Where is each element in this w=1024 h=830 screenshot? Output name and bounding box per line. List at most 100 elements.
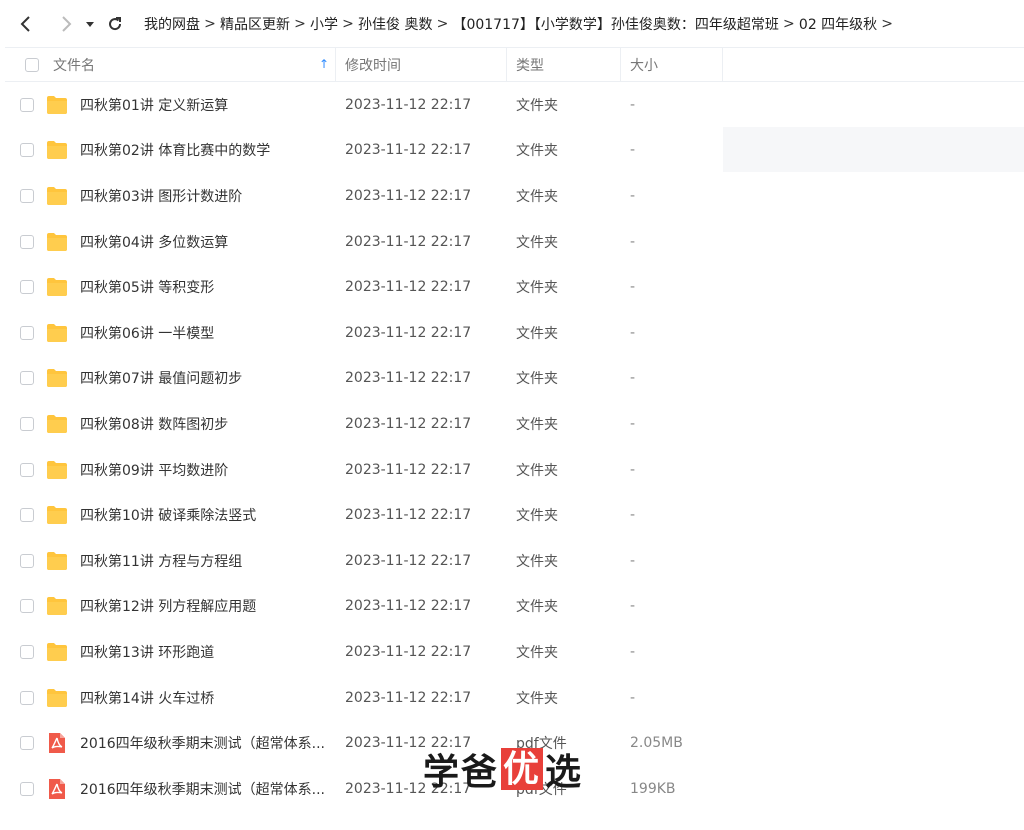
file-row[interactable]: 四秋第09讲 平均数进阶 2023-11-12 22:17 文件夹 - [5,447,1024,493]
breadcrumb-item[interactable]: 小学 [310,14,338,34]
row-checkbox[interactable] [20,97,34,112]
file-name[interactable]: 四秋第12讲 列方程解应用题 [80,596,256,616]
select-all-checkbox[interactable] [25,57,39,72]
file-modified-time: 2023-11-12 22:17 [345,233,472,250]
file-name-cell: 四秋第04讲 多位数运算 [5,232,336,252]
column-header-size[interactable]: 大小 [621,48,723,81]
file-row[interactable]: 四秋第04讲 多位数运算 2023-11-12 22:17 文件夹 - [5,219,1024,265]
file-name[interactable]: 2016四年级秋季期末测试（超常体系... [80,733,325,753]
file-modified-time: 2023-11-12 22:17 [345,96,472,113]
row-checkbox[interactable] [20,416,34,431]
file-row[interactable]: 四秋第06讲 一半模型 2023-11-12 22:17 文件夹 - [5,310,1024,356]
row-checkbox[interactable] [20,508,34,523]
file-name[interactable]: 四秋第11讲 方程与方程组 [80,551,242,571]
file-modified-time: 2023-11-12 22:17 [345,279,472,296]
refresh-button[interactable] [100,0,130,47]
file-name[interactable]: 四秋第03讲 图形计数进阶 [80,186,242,206]
row-checkbox[interactable] [20,462,34,477]
file-row[interactable]: 四秋第05讲 等积变形 2023-11-12 22:17 文件夹 - [5,264,1024,310]
file-name[interactable]: 四秋第09讲 平均数进阶 [80,460,228,480]
file-modified-time: 2023-11-12 22:17 [345,187,472,204]
file-modified-time: 2023-11-12 22:17 [345,552,472,569]
file-name[interactable]: 四秋第06讲 一半模型 [80,323,214,343]
row-checkbox[interactable] [20,599,34,614]
column-header-modified[interactable]: 修改时间 [336,48,507,81]
file-modified-time: 2023-11-12 22:17 [345,598,472,615]
file-name[interactable]: 四秋第14讲 火车过桥 [80,688,214,708]
file-row[interactable]: 四秋第14讲 火车过桥 2023-11-12 22:17 文件夹 - [5,675,1024,721]
file-row[interactable]: 四秋第02讲 体育比赛中的数学 2023-11-12 22:17 文件夹 - [5,128,1024,174]
file-type: 文件夹 [516,508,558,525]
file-modified-time: 2023-11-12 22:17 [345,643,472,660]
file-row[interactable]: 四秋第01讲 定义新运算 2023-11-12 22:17 文件夹 - [5,82,1024,128]
file-size: - [630,643,636,660]
folder-icon [47,141,67,160]
refresh-icon [109,16,122,30]
breadcrumb-separator-icon: > [294,15,306,32]
breadcrumb-item[interactable]: 【001717】【小学数学】孙佳俊奥数：四年级超常班 [452,14,778,34]
file-size: 2.05MB [630,735,683,752]
caret-down-icon [86,21,94,27]
row-checkbox[interactable] [20,234,34,249]
file-row[interactable]: 四秋第12讲 列方程解应用题 2023-11-12 22:17 文件夹 - [5,584,1024,630]
forward-button[interactable] [52,0,80,47]
file-name[interactable]: 四秋第13讲 环形跑道 [80,642,214,662]
file-name[interactable]: 四秋第05讲 等积变形 [80,277,214,297]
file-type: 文件夹 [516,143,558,160]
file-name[interactable]: 四秋第02讲 体育比赛中的数学 [80,140,270,160]
file-name-cell: 四秋第06讲 一半模型 [5,323,336,343]
row-checkbox[interactable] [20,553,34,568]
file-name[interactable]: 四秋第10讲 破译乘除法竖式 [80,505,256,525]
back-button[interactable] [0,0,52,47]
file-name[interactable]: 四秋第07讲 最值问题初步 [80,368,242,388]
row-checkbox[interactable] [20,371,34,386]
file-name-cell: 四秋第05讲 等积变形 [5,277,336,297]
row-checkbox[interactable] [20,188,34,203]
row-checkbox[interactable] [20,325,34,340]
file-name-cell: 四秋第08讲 数阵图初步 [5,414,336,434]
file-name[interactable]: 2016四年级秋季期末测试（超常体系... [80,779,325,799]
file-type: 文件夹 [516,234,558,251]
folder-icon [47,597,67,616]
file-name[interactable]: 四秋第04讲 多位数运算 [80,232,228,252]
history-dropdown-button[interactable] [80,0,100,47]
sort-ascending-icon[interactable]: ↑ [319,57,329,71]
breadcrumb-item[interactable]: 我的网盘 [144,14,200,34]
row-checkbox[interactable] [20,736,34,751]
file-row[interactable]: 四秋第10讲 破译乘除法竖式 2023-11-12 22:17 文件夹 - [5,492,1024,538]
file-type: 文件夹 [516,97,558,114]
row-checkbox[interactable] [20,781,34,796]
column-header-type[interactable]: 类型 [507,48,621,81]
folder-icon [47,95,67,114]
file-size: - [630,552,636,569]
file-name[interactable]: 四秋第01讲 定义新运算 [80,95,228,115]
watermark-highlight: 优 [501,748,544,790]
row-checkbox[interactable] [20,644,34,659]
file-row[interactable]: 四秋第11讲 方程与方程组 2023-11-12 22:17 文件夹 - [5,538,1024,584]
breadcrumb-item-current[interactable]: 02 四年级秋 [799,14,877,34]
file-modified-time: 2023-11-12 22:17 [345,415,472,432]
row-checkbox[interactable] [20,280,34,295]
file-row[interactable]: 四秋第03讲 图形计数进阶 2023-11-12 22:17 文件夹 - [5,173,1024,219]
column-header-size-label: 大小 [630,57,658,74]
row-checkbox[interactable] [20,690,34,705]
row-checkbox[interactable] [20,143,34,158]
file-name-cell: 四秋第11讲 方程与方程组 [5,551,336,571]
column-header-type-label: 类型 [516,57,544,74]
folder-icon [47,186,67,205]
file-modified-time: 2023-11-12 22:17 [345,324,472,341]
breadcrumb-item[interactable]: 孙佳俊 奥数 [358,14,432,34]
file-row[interactable]: 四秋第07讲 最值问题初步 2023-11-12 22:17 文件夹 - [5,356,1024,402]
navigation-bar: 我的网盘 > 精品区更新 > 小学 > 孙佳俊 奥数 > 【001717】【小学… [0,0,1024,47]
file-name[interactable]: 四秋第08讲 数阵图初步 [80,414,228,434]
folder-icon [47,688,67,707]
column-header-name[interactable]: 文件名 ↑ [5,48,336,81]
file-type: 文件夹 [516,371,558,388]
file-size: - [630,96,636,113]
file-type: 文件夹 [516,690,558,707]
pdf-icon [49,733,65,754]
breadcrumb-item[interactable]: 精品区更新 [220,14,290,34]
file-row[interactable]: 四秋第08讲 数阵图初步 2023-11-12 22:17 文件夹 - [5,401,1024,447]
file-row[interactable]: 四秋第13讲 环形跑道 2023-11-12 22:17 文件夹 - [5,629,1024,675]
file-size: - [630,324,636,341]
